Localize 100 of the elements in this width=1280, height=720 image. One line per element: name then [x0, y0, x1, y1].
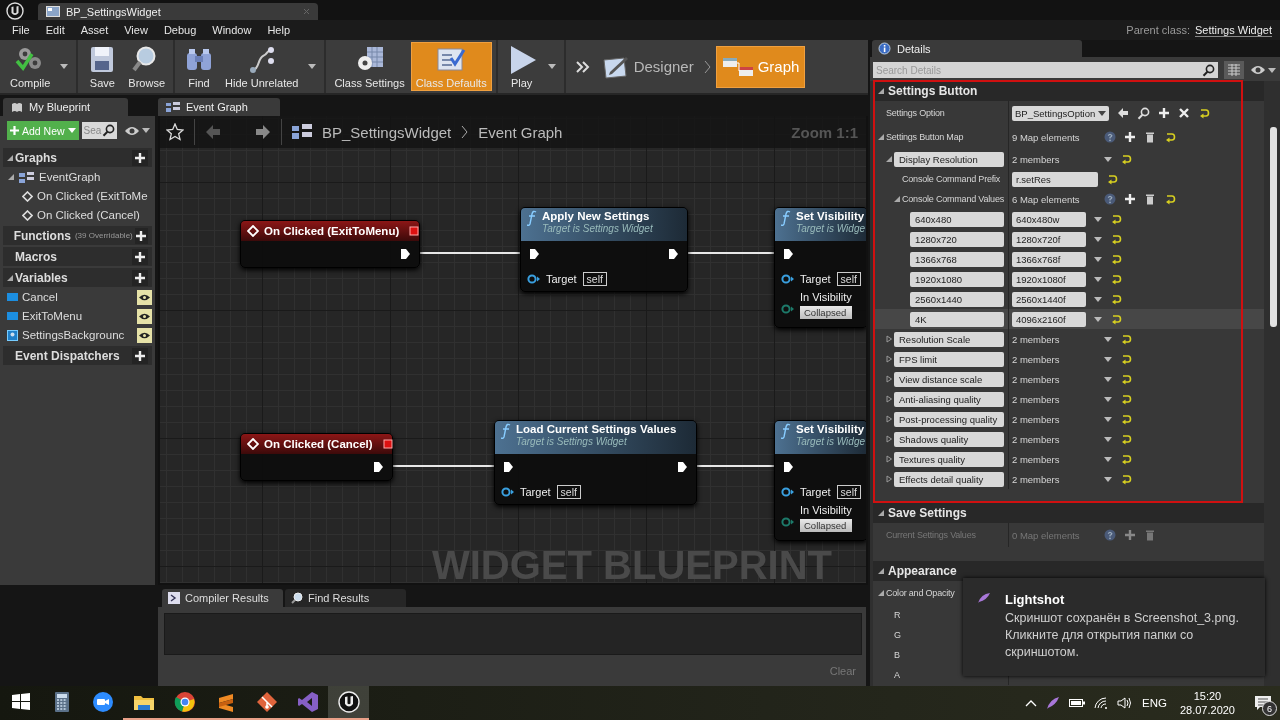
key-field[interactable]: Textures quality — [894, 451, 1004, 467]
exec-pin-icon[interactable] — [400, 248, 411, 260]
forward-arrow-icon[interactable] — [255, 124, 271, 140]
reset-icon[interactable] — [1110, 273, 1122, 285]
reset-icon[interactable] — [1110, 233, 1122, 245]
panel-tab[interactable]: Details — [872, 40, 1082, 57]
toolbar-button[interactable]: Find — [179, 42, 220, 91]
triangle-icon[interactable] — [7, 173, 15, 181]
function-node[interactable]: Apply New Settings Target is Settings Widget Target self — [520, 207, 688, 292]
data-pin-icon[interactable] — [781, 487, 794, 497]
key-field[interactable]: Display Resolution — [894, 151, 1004, 167]
property-row[interactable]: 2560x1440 2560x1440f — [873, 289, 1264, 309]
triangle-icon[interactable] — [877, 589, 885, 597]
menu-item[interactable]: Help — [259, 24, 299, 36]
triangle-icon[interactable] — [885, 435, 893, 443]
event-node[interactable]: On Clicked (Cancel) — [240, 433, 393, 481]
menu-item[interactable]: View — [116, 24, 156, 36]
caret-icon[interactable] — [1094, 316, 1102, 322]
clock-time[interactable]: 15:20 — [1193, 689, 1222, 703]
clock-date[interactable]: 28.07.2020 — [1179, 703, 1235, 717]
key-field[interactable]: 1920x1080 — [910, 271, 1004, 287]
data-pin-icon[interactable] — [781, 304, 794, 314]
triangle-icon[interactable] — [877, 133, 885, 141]
key-field[interactable]: 640x480 — [910, 211, 1004, 227]
data-pin-icon[interactable] — [781, 517, 794, 527]
property-row[interactable]: 1366x768 1366x768f — [873, 249, 1264, 269]
exec-pin-icon[interactable] — [783, 461, 794, 473]
reset-icon[interactable] — [1120, 413, 1132, 425]
triangle-icon[interactable] — [885, 375, 893, 383]
view-toggle-button[interactable] — [1224, 61, 1244, 79]
graph-tab[interactable]: Event Graph — [158, 98, 280, 116]
caret-icon[interactable] — [1104, 456, 1112, 462]
triangle-icon[interactable] — [885, 335, 893, 343]
exec-pin-icon[interactable] — [373, 461, 384, 473]
asset-dropdown[interactable]: BP_SettingsOption — [1012, 105, 1110, 121]
reset-icon[interactable] — [1164, 131, 1176, 143]
data-pin-icon[interactable] — [781, 274, 794, 284]
reset-icon[interactable] — [1120, 453, 1132, 465]
breadcrumb-link[interactable]: Event Graph — [478, 123, 563, 141]
reset-icon[interactable] — [1120, 373, 1132, 385]
text-field[interactable]: r.setRes — [1012, 171, 1098, 187]
reset-icon[interactable] — [1110, 213, 1122, 225]
mode-button[interactable]: Designer — [594, 46, 699, 87]
clear-icon[interactable] — [1178, 107, 1191, 119]
exec-pin-icon[interactable] — [503, 461, 514, 473]
caret-icon[interactable] — [1104, 476, 1112, 482]
reset-icon[interactable] — [1120, 153, 1132, 165]
key-field[interactable]: Effects detail quality — [894, 471, 1004, 487]
eye-icon[interactable] — [123, 125, 140, 136]
use-arrow-icon[interactable] — [1117, 107, 1130, 119]
property-row[interactable]: 1280x720 1280x720f — [873, 229, 1264, 249]
menu-item[interactable]: Edit — [37, 24, 73, 36]
value-field[interactable]: 1280x720f — [1012, 231, 1086, 247]
tree-item[interactable]: EventGraph — [39, 171, 101, 183]
delegate-pin-icon[interactable] — [382, 439, 393, 449]
menu-item[interactable]: Asset — [72, 24, 117, 36]
delegate-pin-icon[interactable] — [409, 226, 420, 236]
caret-icon[interactable] — [1104, 436, 1112, 442]
toolbar-button[interactable]: Browse — [124, 42, 170, 91]
reset-icon[interactable] — [1110, 313, 1122, 325]
tree-item[interactable]: On Clicked (ExitToMe — [37, 190, 148, 202]
caret-icon[interactable] — [1104, 156, 1112, 162]
caret-icon[interactable] — [1104, 396, 1112, 402]
variable-name[interactable]: SettingsBackgrounc — [22, 329, 125, 341]
triangle-icon[interactable] — [885, 415, 893, 423]
triangle-icon[interactable] — [877, 509, 885, 517]
key-field[interactable]: Anti-aliasing quality — [894, 391, 1004, 407]
enum-dropdown[interactable]: Collapsed — [800, 306, 852, 319]
tree-item[interactable]: On Clicked (Cancel) — [37, 209, 140, 221]
exec-pin-icon[interactable] — [783, 248, 794, 260]
toolbar-button[interactable]: Hide Unrelated — [221, 42, 303, 91]
data-pin-icon[interactable] — [527, 274, 540, 284]
reset-icon[interactable] — [1120, 433, 1132, 445]
help-icon[interactable] — [1104, 131, 1116, 143]
toolbar-button[interactable]: Class Settings — [330, 42, 409, 91]
taskbar-app[interactable] — [328, 686, 369, 720]
variable-name[interactable]: Cancel — [22, 291, 58, 303]
caret-icon[interactable] — [308, 64, 317, 69]
reset-icon[interactable] — [1120, 393, 1132, 405]
panel-tab[interactable]: Find Results — [285, 589, 406, 607]
search-field[interactable]: Search Details — [873, 62, 1199, 78]
parent-class-link[interactable]: Settings Widget — [1194, 23, 1272, 37]
caret-icon[interactable] — [60, 64, 69, 69]
key-field[interactable]: 1366x768 — [910, 251, 1004, 267]
triangle-icon[interactable] — [885, 355, 893, 363]
breadcrumb-link[interactable]: BP_SettingsWidget — [322, 123, 452, 141]
reset-icon[interactable] — [1106, 173, 1118, 185]
triangle-icon[interactable] — [885, 475, 893, 483]
speaker-icon[interactable] — [1117, 697, 1133, 709]
help-icon[interactable] — [1104, 193, 1116, 205]
caret-icon[interactable] — [1098, 110, 1107, 116]
triangle-icon[interactable] — [6, 273, 14, 282]
enum-dropdown[interactable]: Collapsed — [800, 519, 852, 532]
reset-icon[interactable] — [1164, 193, 1176, 205]
reset-icon[interactable] — [1198, 107, 1211, 119]
value-field[interactable]: 1366x768f — [1012, 251, 1086, 267]
function-node[interactable]: Set Visibility Target is Widge Target self In Visibility Collapsed — [774, 207, 866, 328]
value-field[interactable]: 1920x1080f — [1012, 271, 1086, 287]
caret-icon[interactable] — [1104, 416, 1112, 422]
scrollbar[interactable] — [1270, 127, 1277, 327]
